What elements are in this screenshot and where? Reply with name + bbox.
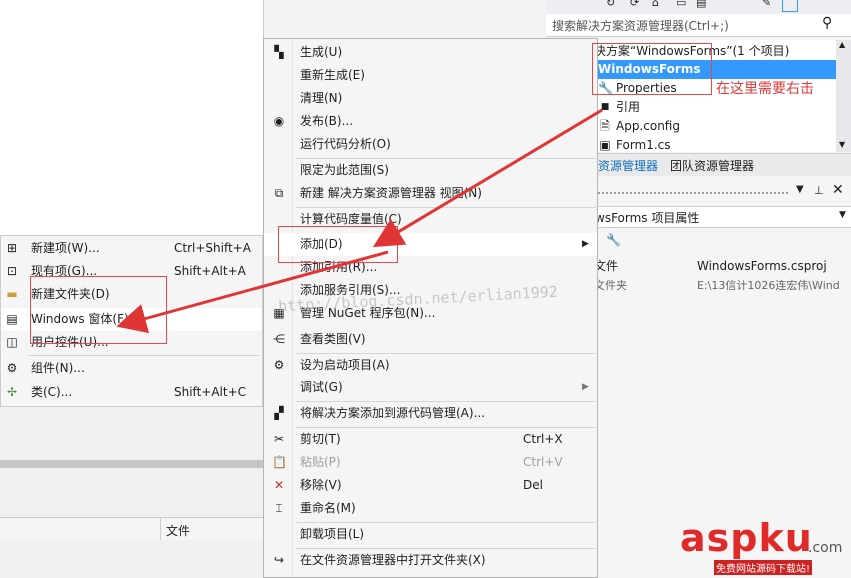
annotation-callout: 在这里需要右击 — [716, 81, 814, 97]
aspku-logo: aspku — [680, 516, 813, 560]
aspku-logo-tld: .com — [808, 540, 843, 556]
arrow-project-to-add — [372, 108, 603, 248]
arrow-add-to-form — [116, 250, 389, 334]
aspku-logo-subtitle: 免费网站源码下载站! — [714, 560, 813, 575]
